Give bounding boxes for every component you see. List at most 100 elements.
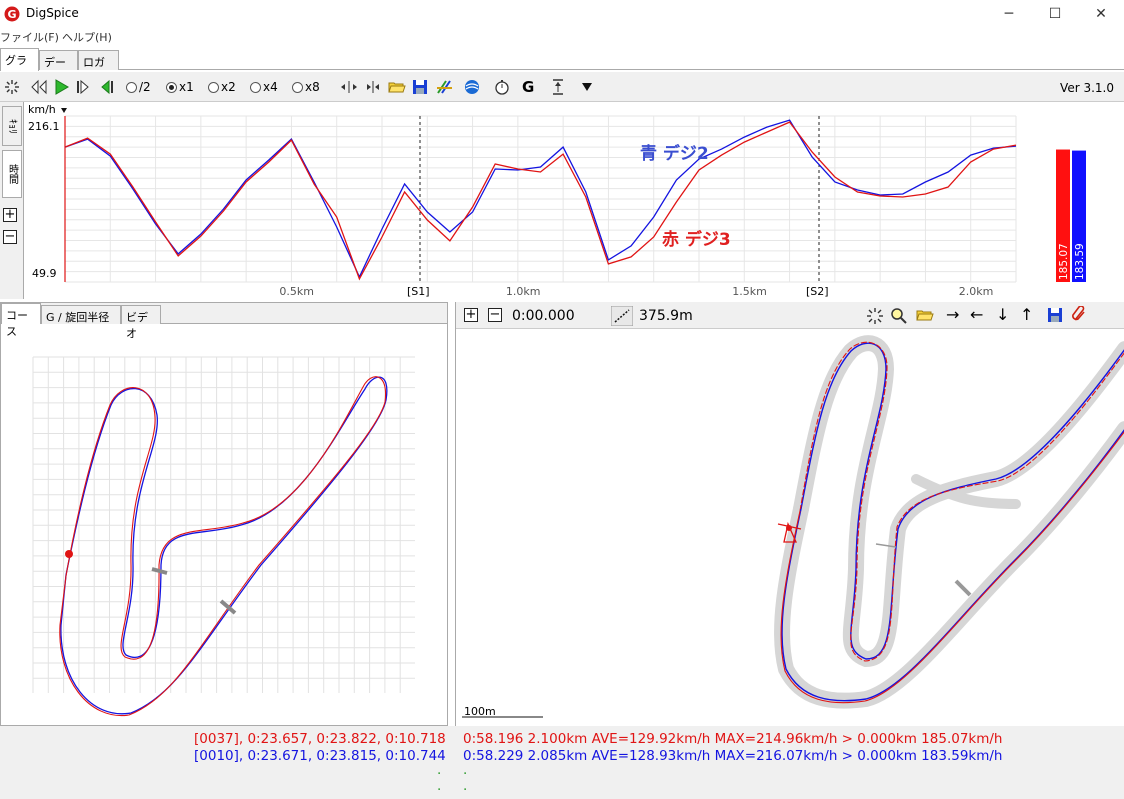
- menu-bar: ファイル(F) ヘルプ(H): [0, 28, 1124, 46]
- speed-half-radio[interactable]: /2: [126, 77, 151, 97]
- tab-course[interactable]: コース: [1, 303, 41, 338]
- stopwatch-icon[interactable]: [494, 77, 510, 97]
- lap-info-blue: [0010], 0:23.671, 0:23.815, 0:10.744: [194, 748, 446, 764]
- x-tick-label: 2.0km: [959, 285, 994, 298]
- speed-x1-label: x1: [179, 80, 194, 94]
- tab-video[interactable]: ビデオ: [121, 305, 161, 340]
- position-marker: [65, 550, 73, 558]
- window-title: DigSpice: [26, 6, 79, 20]
- pan-right-icon[interactable]: →: [946, 305, 959, 324]
- map-time: 0:00.000: [512, 308, 575, 324]
- course-tabs: コース G / 旋回半径 ビデオ: [1, 303, 447, 340]
- sector-label-s1: [S1]: [407, 285, 430, 298]
- legend-blue: 青 デジ2: [640, 143, 709, 164]
- main-tabs: グラフ データ ロガー: [0, 48, 1124, 85]
- g-force-button[interactable]: G: [522, 77, 534, 97]
- speed-x8-label: x8: [305, 80, 320, 94]
- svg-text:G: G: [7, 8, 16, 21]
- map-zoom-in-button[interactable]: +: [464, 308, 478, 322]
- vertical-range-icon[interactable]: [550, 77, 566, 97]
- tab-logger[interactable]: ロガー: [78, 50, 119, 85]
- map-search-icon[interactable]: [890, 307, 908, 325]
- pan-up-icon[interactable]: ↑: [1020, 305, 1033, 324]
- speed-half-radio-icon: [126, 81, 137, 93]
- course-panel: コース G / 旋回半径 ビデオ: [0, 302, 448, 726]
- course-grid: [32, 356, 415, 693]
- speed-graph-panel: ｷｮﾘ 時間 + − km/h 216.1 49.9 0.5km 1.0km 1.5…: [0, 102, 1124, 299]
- open-folder-icon[interactable]: [388, 77, 406, 97]
- graph-grid: [64, 115, 1017, 283]
- pan-left-icon[interactable]: ←: [970, 305, 983, 324]
- close-button[interactable]: ✕: [1078, 0, 1124, 28]
- right-dot-1: .: [463, 762, 468, 778]
- measure-icon[interactable]: [611, 306, 633, 326]
- step-back-icon[interactable]: [100, 77, 114, 97]
- expand-horizontal-icon[interactable]: [340, 77, 358, 97]
- minimize-button[interactable]: ─: [986, 0, 1032, 28]
- speed-bar-red-value: 185.07: [1058, 243, 1070, 280]
- x-tick-label: 1.0km: [506, 285, 541, 298]
- version-label: Ver 3.1.0: [1060, 81, 1114, 95]
- legend-red: 赤 デジ3: [662, 229, 731, 250]
- map-open-folder-icon[interactable]: [916, 307, 934, 325]
- speed-x1-radio-icon: [166, 81, 177, 93]
- series-line-red: [64, 121, 1017, 281]
- menu-file[interactable]: ファイル(F): [0, 29, 59, 45]
- map-panel: + − 0:00.000 375.9m → ← ↓ ↑ 100m: [455, 302, 1124, 726]
- scale-label: 100m: [464, 705, 496, 718]
- y-unit-label: km/h: [28, 103, 56, 116]
- map-distance: 375.9m: [639, 308, 693, 324]
- track-outline: [774, 335, 1124, 709]
- reset-icon[interactable]: [4, 77, 20, 97]
- map-sector-marker-2: [954, 579, 972, 597]
- shrink-horizontal-icon[interactable]: [364, 77, 382, 97]
- status-area: [0037], 0:23.657, 0:23.822, 0:10.718 [00…: [0, 726, 1124, 799]
- track-map[interactable]: 100m: [456, 329, 1124, 725]
- unit-dropdown-icon[interactable]: [61, 108, 67, 113]
- map-save-icon[interactable]: [1047, 307, 1063, 323]
- sync-icon[interactable]: [436, 77, 454, 97]
- sector-label-s2: [S2]: [806, 285, 829, 298]
- lap-info-red: [0037], 0:23.657, 0:23.822, 0:10.718: [194, 731, 446, 747]
- y-max-label: 216.1: [28, 120, 60, 133]
- map-reset-icon[interactable]: [866, 307, 884, 325]
- play-icon[interactable]: [54, 77, 70, 97]
- speed-x2-radio-icon: [208, 81, 219, 93]
- maximize-button[interactable]: ☐: [1032, 0, 1078, 28]
- pan-down-icon[interactable]: ↓: [996, 305, 1009, 324]
- y-min-label: 49.9: [32, 267, 57, 280]
- track-line-red: [59, 376, 387, 717]
- tab-graph[interactable]: グラフ: [0, 48, 39, 83]
- speed-x2-label: x2: [221, 80, 236, 94]
- course-map[interactable]: [1, 325, 447, 725]
- x-tick-label: 0.5km: [279, 285, 314, 298]
- speed-bar-blue-value: 183.59: [1074, 243, 1086, 280]
- dropdown-arrow-icon[interactable]: [580, 77, 594, 97]
- map-track-return-blue: [781, 429, 1124, 702]
- speed-x1-radio[interactable]: x1: [166, 77, 194, 97]
- title-bar: G DigSpice ─ ☐ ✕: [0, 0, 1124, 28]
- speed-x4-label: x4: [263, 80, 278, 94]
- map-track-return-red: [780, 431, 1124, 704]
- app-logo-icon: G: [4, 6, 20, 22]
- speed-x8-radio[interactable]: x8: [292, 77, 320, 97]
- speed-half-label: /2: [139, 80, 151, 94]
- menu-help[interactable]: ヘルプ(H): [62, 29, 112, 45]
- left-dot-1: .: [437, 762, 442, 778]
- attach-icon[interactable]: [1070, 306, 1088, 324]
- globe-icon[interactable]: [464, 77, 480, 97]
- rewind-icon[interactable]: [30, 77, 48, 97]
- map-zoom-out-button[interactable]: −: [488, 308, 502, 322]
- playback-toolbar: /2 x1 x2 x4 x8 G Ver 3.1.0: [0, 72, 1124, 102]
- tab-data[interactable]: データ: [39, 50, 78, 85]
- map-toolbar: + − 0:00.000 375.9m → ← ↓ ↑: [456, 302, 1124, 329]
- speed-x4-radio[interactable]: x4: [250, 77, 278, 97]
- x-tick-label: 1.5km: [732, 285, 767, 298]
- speed-x2-radio[interactable]: x2: [208, 77, 236, 97]
- speed-x8-radio-icon: [292, 81, 303, 93]
- speed-x4-radio-icon: [250, 81, 261, 93]
- speed-chart[interactable]: km/h 216.1 49.9 0.5km 1.0km 1.5km 2.0km [S1…: [0, 102, 1124, 299]
- tab-g-radius[interactable]: G / 旋回半径: [41, 305, 121, 324]
- save-icon[interactable]: [412, 77, 428, 97]
- step-forward-icon[interactable]: [76, 77, 90, 97]
